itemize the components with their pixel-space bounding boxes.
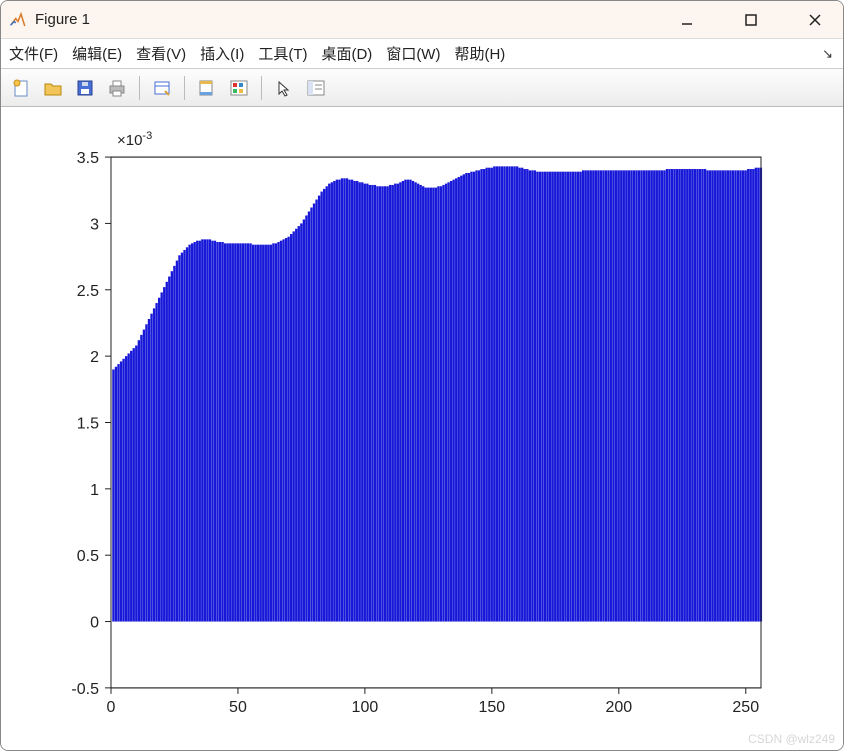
save-icon [75, 78, 95, 98]
svg-text:2: 2 [90, 349, 99, 366]
svg-text:200: 200 [605, 699, 632, 716]
print-button[interactable] [103, 74, 131, 102]
svg-text:3: 3 [90, 216, 99, 233]
matlab-icon [9, 11, 27, 29]
menu-window[interactable]: 窗口(W) [386, 43, 440, 64]
save-button[interactable] [71, 74, 99, 102]
svg-text:-0.5: -0.5 [71, 681, 99, 698]
watermark-text: CSDN @wlz249 [748, 732, 835, 746]
svg-text:150: 150 [479, 699, 506, 716]
link-button[interactable] [148, 74, 176, 102]
menu-help[interactable]: 帮助(H) [454, 43, 505, 64]
svg-text:0: 0 [107, 699, 116, 716]
menu-desktop[interactable]: 桌面(D) [321, 43, 372, 64]
svg-text:50: 50 [229, 699, 247, 716]
menu-file[interactable]: 文件(F) [9, 43, 58, 64]
pointer-icon [275, 79, 293, 97]
menu-overflow-icon[interactable]: ↘ [822, 46, 833, 62]
close-button[interactable] [795, 5, 835, 35]
chart-plot: 0 50 100 150 200 250 -0.5 0 0.5 1 1.5 2 2.5 3 3.5 ×10-3 [1, 107, 843, 750]
maximize-button[interactable] [731, 5, 771, 35]
toolbar [1, 69, 843, 107]
new-file-button[interactable] [7, 74, 35, 102]
open-button[interactable] [39, 74, 67, 102]
window-title: Figure 1 [35, 11, 90, 28]
svg-text:3.5: 3.5 [77, 150, 99, 167]
datatip-button[interactable] [193, 74, 221, 102]
menu-view[interactable]: 查看(V) [136, 43, 186, 64]
svg-text:100: 100 [352, 699, 379, 716]
menu-tools[interactable]: 工具(T) [258, 43, 307, 64]
figure-canvas[interactable]: 0 50 100 150 200 250 -0.5 0 0.5 1 1.5 2 2.5 3 3.5 ×10-3… [1, 107, 843, 750]
menu-insert[interactable]: 插入(I) [200, 43, 244, 64]
print-icon [107, 78, 127, 98]
svg-text:1.5: 1.5 [77, 415, 99, 432]
open-folder-icon [43, 78, 63, 98]
svg-text:1: 1 [90, 482, 99, 499]
svg-text:2.5: 2.5 [77, 283, 99, 300]
pointer-button[interactable] [270, 74, 298, 102]
new-file-icon [11, 78, 31, 98]
toolbar-separator [184, 76, 185, 100]
toolbar-separator [261, 76, 262, 100]
toolbar-separator [139, 76, 140, 100]
colorbar-icon [229, 79, 249, 97]
inspect-icon [306, 79, 326, 97]
svg-text:0: 0 [90, 615, 99, 632]
title-bar: Figure 1 [1, 1, 843, 39]
menu-edit[interactable]: 编辑(E) [72, 43, 122, 64]
svg-text:×10-3: ×10-3 [117, 130, 152, 149]
colorbar-button[interactable] [225, 74, 253, 102]
minimize-button[interactable] [667, 5, 707, 35]
datatip-icon [198, 79, 216, 97]
svg-text:250: 250 [732, 699, 759, 716]
link-icon [152, 78, 172, 98]
svg-text:0.5: 0.5 [77, 548, 99, 565]
inspect-button[interactable] [302, 74, 330, 102]
menu-bar: 文件(F) 编辑(E) 查看(V) 插入(I) 工具(T) 桌面(D) 窗口(W… [1, 39, 843, 69]
